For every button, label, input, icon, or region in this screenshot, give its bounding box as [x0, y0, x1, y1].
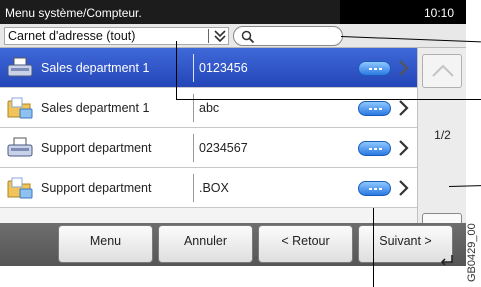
callout-line: [373, 208, 374, 287]
contact-destination: .BOX: [199, 181, 229, 195]
scroll-up-button[interactable]: [422, 54, 462, 88]
contact-destination: abc: [199, 101, 220, 115]
cancel-button[interactable]: Annuler: [158, 225, 253, 263]
page-indicator: 1/2: [434, 128, 451, 142]
back-button[interactable]: < Retour: [258, 225, 353, 263]
detail-button[interactable]: [358, 101, 391, 116]
clock: 10:10: [423, 6, 454, 20]
chevron-right-icon[interactable]: [398, 139, 410, 157]
detail-button[interactable]: [358, 181, 391, 196]
folder-icon: [6, 97, 34, 119]
contact-name: Support department: [41, 141, 152, 155]
fax-icon: [6, 137, 34, 159]
address-book-dropdown[interactable]: Carnet d'adresse (tout): [4, 27, 229, 45]
detail-button[interactable]: [358, 61, 391, 76]
menu-button[interactable]: Menu: [58, 225, 153, 263]
figure-code: GB0429_00: [466, 223, 478, 282]
contact-destination: 0123456: [199, 61, 248, 75]
filter-bar: Carnet d'adresse (tout): [0, 24, 466, 48]
contact-destination: 0234567: [199, 141, 248, 155]
title-tab: 10:10: [340, 0, 466, 24]
chevron-right-icon[interactable]: [398, 99, 410, 117]
contact-row[interactable]: Sales department 1 0123456: [0, 48, 417, 88]
contact-row[interactable]: Sales department 1 abc: [0, 88, 417, 128]
detail-button[interactable]: [358, 141, 391, 156]
contact-name: Sales department 1: [41, 61, 150, 75]
search-button[interactable]: [233, 26, 343, 46]
contact-name: Support department: [41, 181, 152, 195]
address-book-label: Carnet d'adresse (tout): [8, 29, 136, 43]
fax-icon: [6, 57, 34, 79]
callout-line: [176, 99, 481, 100]
scroll-panel: 1/2: [417, 48, 466, 247]
column-divider: [193, 54, 194, 82]
search-icon: [241, 30, 255, 44]
device-screen: Menu système/Compteur. 10:10 Carnet d'ad…: [0, 0, 466, 266]
screen-title: Menu système/Compteur.: [5, 6, 142, 20]
folder-icon: [6, 177, 34, 199]
enter-icon: [440, 255, 453, 265]
chevron-right-icon[interactable]: [398, 179, 410, 197]
contact-row[interactable]: Support department 0234567: [0, 128, 417, 168]
column-divider: [193, 174, 194, 202]
chevron-up-icon: [432, 64, 454, 77]
column-divider: [193, 134, 194, 162]
contact-name: Sales department 1: [41, 101, 150, 115]
contact-row[interactable]: Support department .BOX: [0, 168, 417, 208]
callout-line: [176, 41, 177, 99]
bottom-bar: Menu Annuler < Retour Suivant >: [0, 223, 466, 266]
chevron-down-icon[interactable]: [208, 29, 228, 43]
title-bar: Menu système/Compteur. 10:10: [0, 0, 466, 24]
chevron-right-icon[interactable]: [398, 59, 410, 77]
